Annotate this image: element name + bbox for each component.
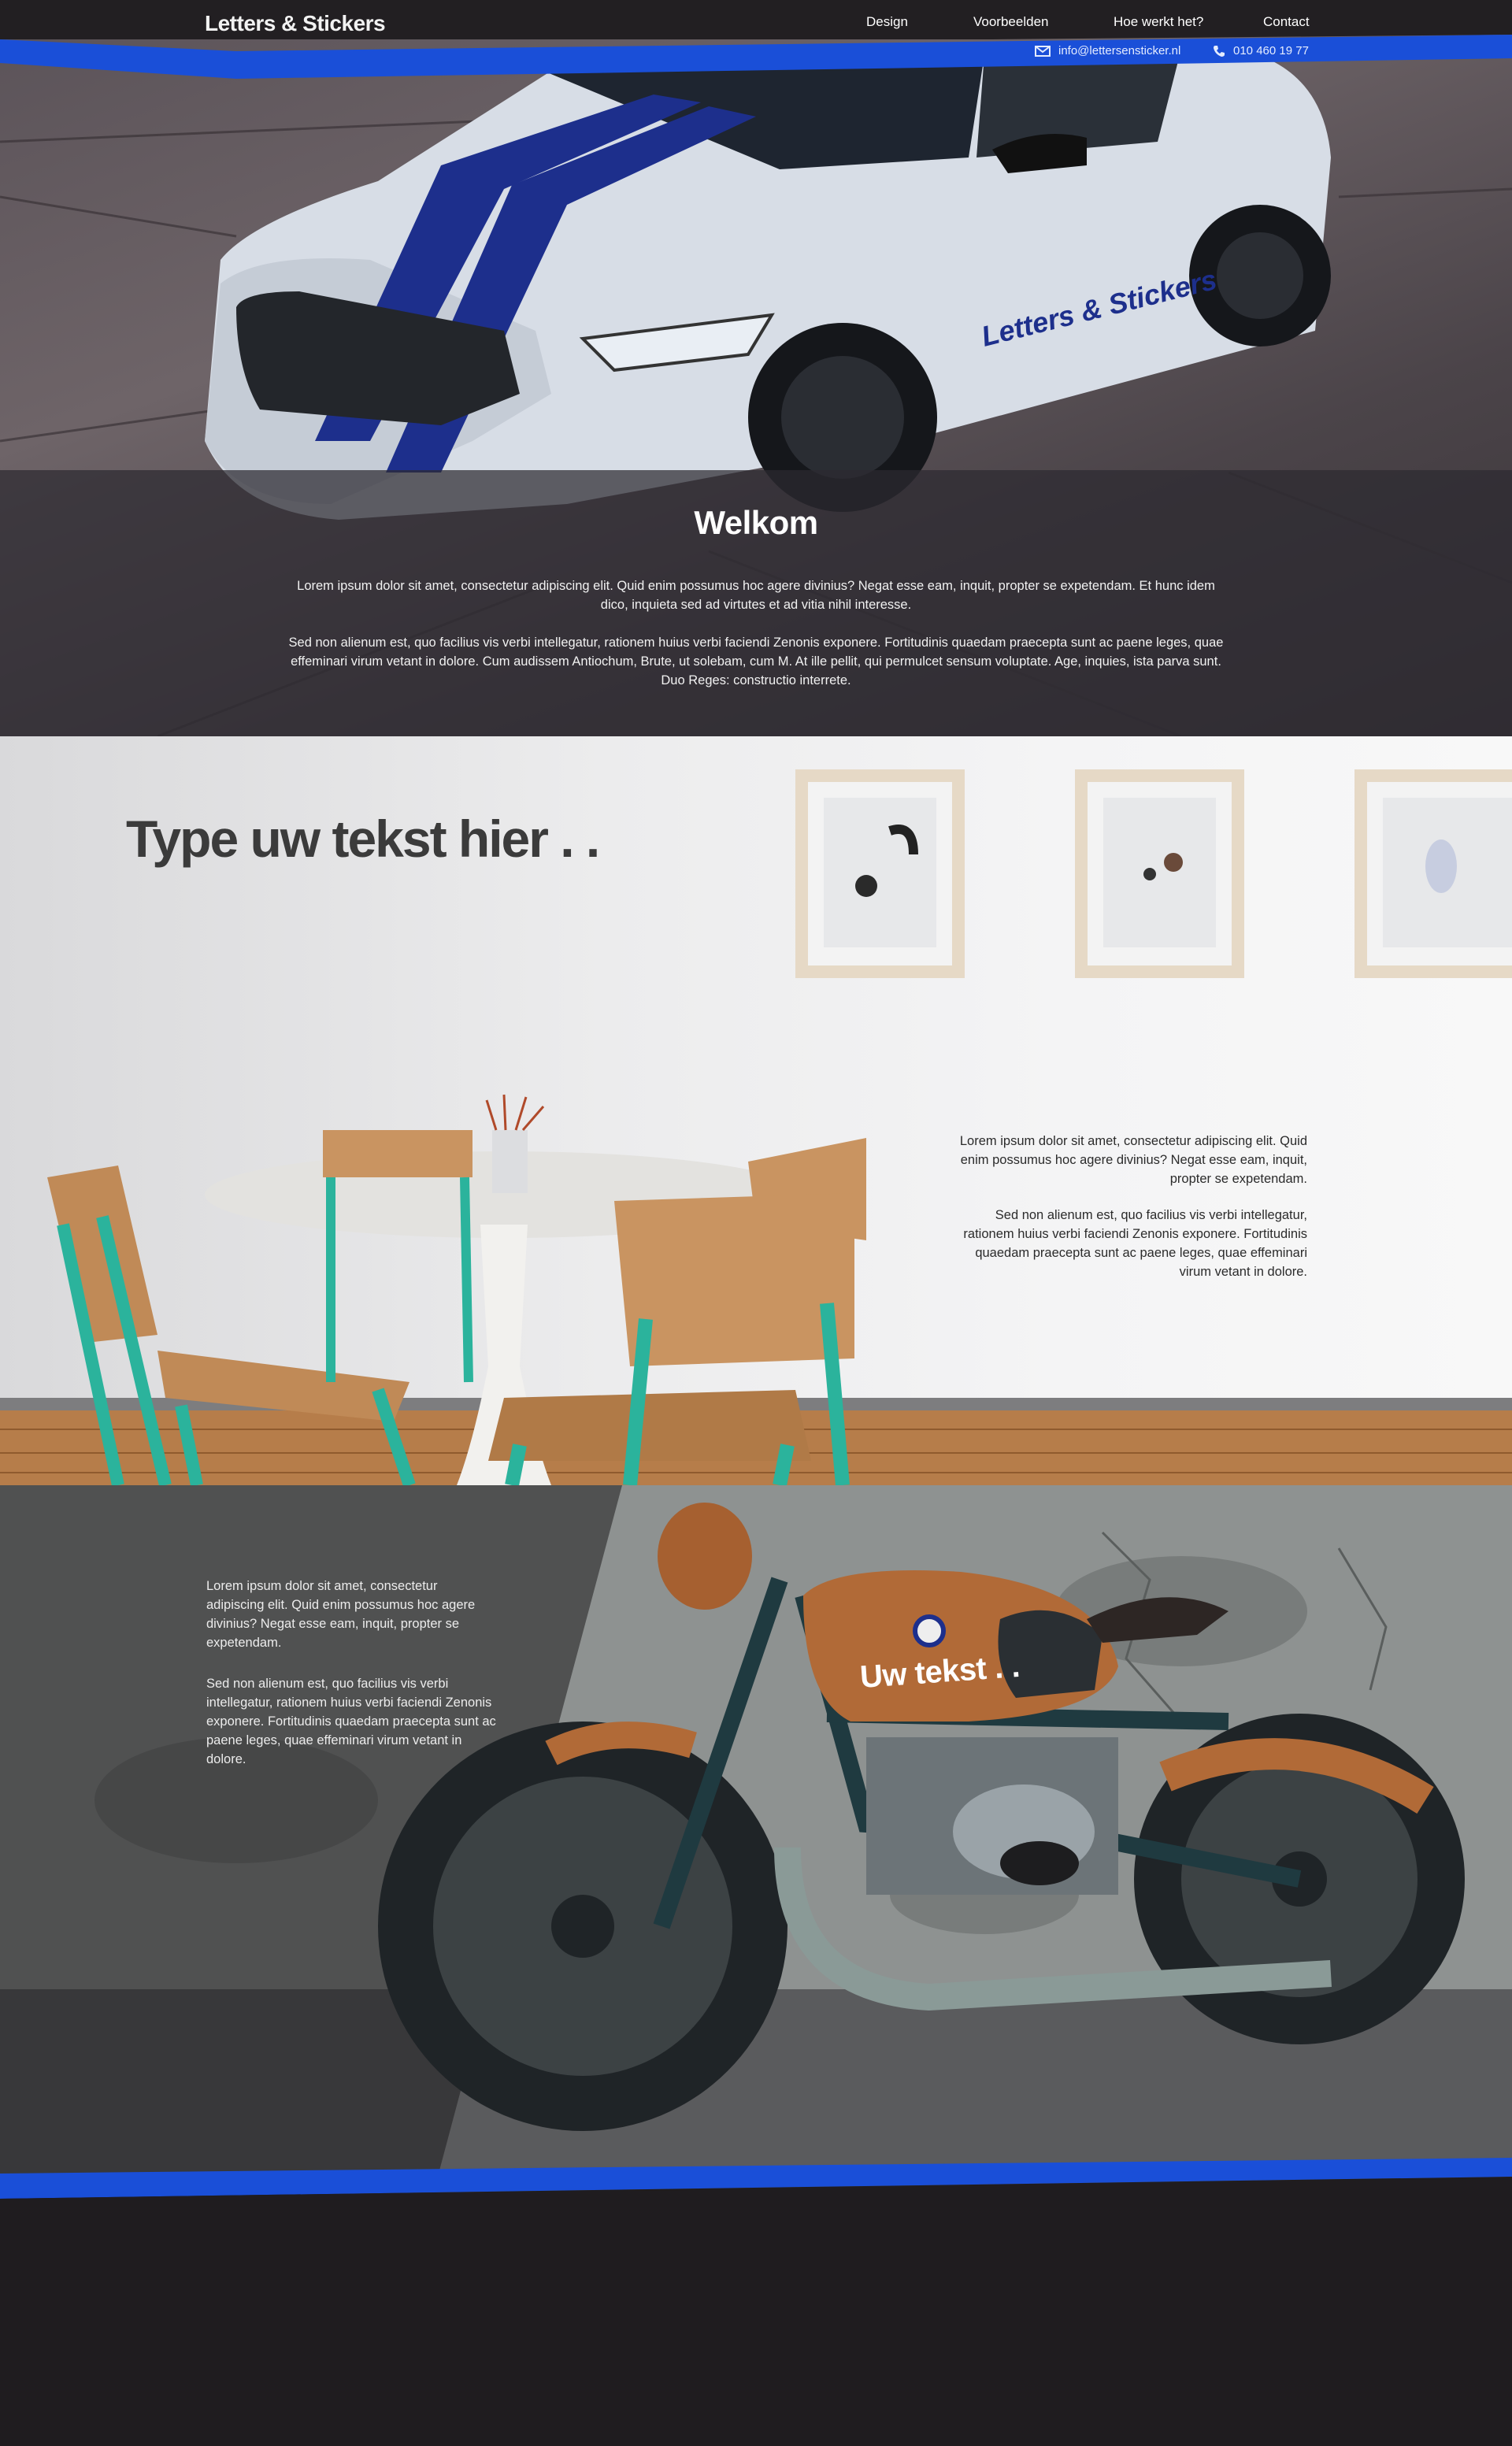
main-nav: Design Voorbeelden Hoe werkt het? Contac… [0, 14, 1512, 33]
hero-section: Letters & Stickers Welkom Lorem ipsum do… [0, 0, 1512, 736]
welcome-paragraph: Sed non alienum est, quo facilius vis ve… [288, 636, 1224, 687]
footer-band [0, 2158, 1512, 2214]
room-heading: Type uw tekst hier . . [126, 810, 600, 868]
wall-frames [795, 769, 1512, 978]
phone-text: 010 460 19 77 [1233, 44, 1309, 57]
contact-email[interactable]: info@lettersensticker.nl [1035, 44, 1180, 60]
nav-hoe-werkt-het[interactable]: Hoe werkt het? [1114, 14, 1203, 30]
room-paragraph: Lorem ipsum dolor sit amet, consectetur … [959, 1134, 1307, 1186]
room-paragraph: Sed non alienum est, quo facilius vis ve… [963, 1208, 1307, 1279]
site-header: Letters & Stickers Design Voorbeelden Ho… [0, 0, 1512, 79]
motorcycle-section: Lorem ipsum dolor sit amet, consectetur … [0, 1485, 1512, 2194]
contact-phone[interactable]: 010 460 19 77 [1213, 44, 1309, 60]
welcome-title: Welkom [694, 504, 818, 541]
phone-icon [1214, 46, 1225, 57]
email-text: info@lettersensticker.nl [1058, 44, 1181, 57]
mail-icon [1035, 46, 1051, 57]
nav-design[interactable]: Design [866, 14, 908, 30]
interior-section: Type uw tekst hier . . Lorem ipsum dolor… [0, 736, 1512, 1485]
moto-paragraph: Lorem ipsum dolor sit amet, consectetur … [206, 1579, 476, 1650]
welcome-paragraph: Lorem ipsum dolor sit amet, consectetur … [297, 579, 1215, 612]
site-footer [0, 2214, 1512, 2446]
nav-voorbeelden[interactable]: Voorbeelden [973, 14, 1048, 30]
nav-contact[interactable]: Contact [1263, 14, 1310, 30]
moto-paragraph: Sed non alienum est, quo facilius vis ve… [206, 1677, 496, 1766]
